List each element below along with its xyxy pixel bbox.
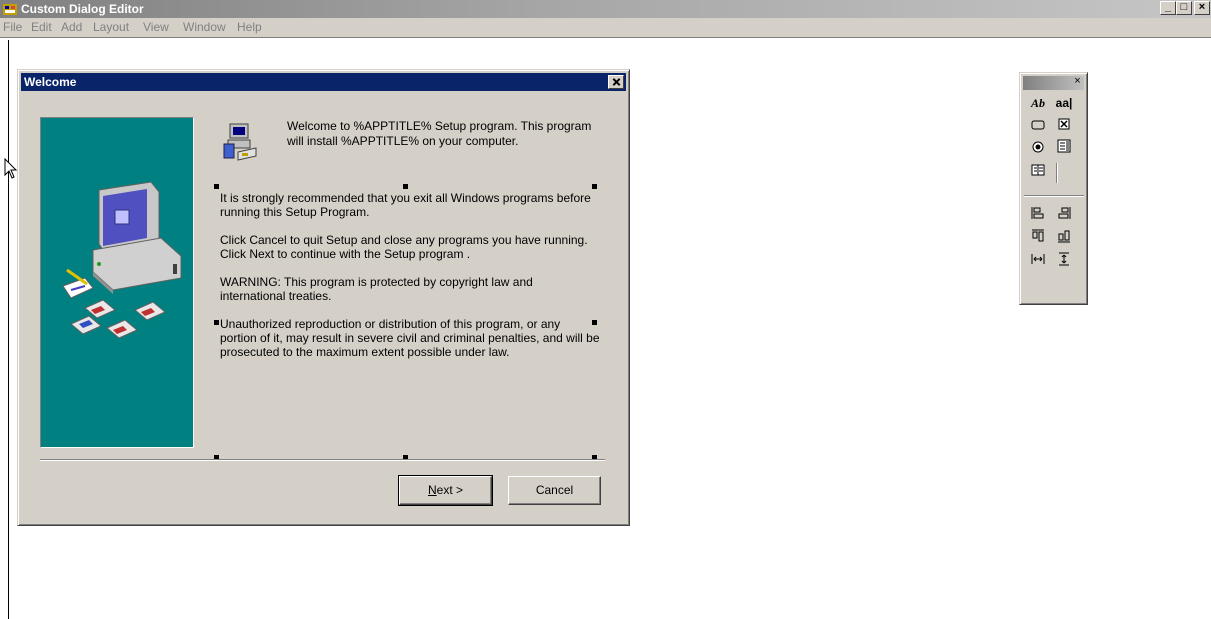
resize-handle-ml[interactable]	[214, 320, 219, 325]
palette-divider	[1056, 163, 1058, 183]
menu-layout[interactable]: Layout	[93, 20, 129, 34]
edit-text-tool[interactable]: aa|	[1054, 93, 1074, 113]
resize-handle-tl[interactable]	[214, 184, 219, 189]
next-button[interactable]: Next >	[398, 475, 493, 506]
app-titlebar: Custom Dialog Editor _ □ ×	[0, 0, 1211, 18]
dialog-close-icon[interactable]	[608, 75, 624, 89]
minimize-button[interactable]: _	[1160, 1, 1176, 15]
menu-edit[interactable]: Edit	[31, 20, 52, 34]
menu-file[interactable]: File	[3, 20, 22, 34]
cancel-button[interactable]: Cancel	[508, 476, 601, 505]
dialog-titlebar: Welcome	[21, 73, 626, 91]
menu-help[interactable]: Help	[237, 20, 262, 34]
static-text-tool[interactable]: Ab	[1028, 93, 1048, 113]
welcome-text: Welcome to %APPTITLE% Setup program. Thi…	[287, 119, 592, 148]
dialog-title: Welcome	[24, 75, 77, 89]
combobox-tool-icon[interactable]	[1028, 162, 1048, 182]
menu-view[interactable]: View	[143, 20, 169, 34]
space-vertical-icon[interactable]	[1054, 252, 1074, 272]
controls-palette: × Ab aa|	[1019, 72, 1088, 305]
main-text: It is strongly recommended that you exit…	[220, 191, 600, 373]
resize-handle-tm[interactable]	[403, 184, 408, 189]
radio-button-tool-icon[interactable]	[1028, 139, 1048, 159]
maximize-icon: □	[1180, 1, 1188, 13]
menu-window[interactable]: Window	[183, 20, 226, 34]
paragraph-recommend: It is strongly recommended that you exit…	[220, 191, 591, 219]
align-bottom-icon[interactable]	[1054, 229, 1074, 249]
computer-illustration-icon	[62, 181, 182, 339]
setup-installer-icon	[223, 123, 257, 161]
workspace-edge	[8, 40, 9, 619]
minimize-icon: _	[1164, 1, 1172, 13]
setup-graphic-panel[interactable]	[40, 117, 194, 448]
mouse-cursor-icon	[4, 158, 18, 179]
app-icon	[3, 4, 17, 15]
space-horizontal-icon[interactable]	[1028, 252, 1048, 272]
menu-add[interactable]: Add	[61, 20, 82, 34]
dialog-separator	[40, 459, 605, 461]
menu-bar: File Edit Add Layout View Window Help	[0, 18, 1211, 38]
paragraph-cancel-next: Click Cancel to quit Setup and close any…	[220, 233, 588, 261]
push-button-tool-icon[interactable]	[1028, 116, 1048, 136]
next-label: ext >	[436, 483, 464, 497]
palette-separator	[1024, 195, 1084, 197]
palette-close-icon[interactable]: ×	[1071, 76, 1084, 88]
paragraph-unauthorized: Unauthorized reproduction or distributio…	[220, 317, 600, 359]
resize-handle-mr[interactable]	[592, 320, 597, 325]
close-button[interactable]: ×	[1194, 1, 1210, 15]
welcome-dialog: Welcome Welcome to %APPTITLE% Setup prog…	[17, 69, 630, 526]
next-mnemonic: N	[427, 483, 437, 497]
paragraph-warning: WARNING: This program is protected by co…	[220, 275, 533, 303]
checkbox-tool-icon[interactable]	[1054, 116, 1074, 136]
align-left-icon[interactable]	[1028, 206, 1048, 226]
align-top-icon[interactable]	[1028, 229, 1048, 249]
close-icon: ×	[1198, 1, 1206, 13]
align-right-icon[interactable]	[1054, 206, 1074, 226]
maximize-button[interactable]: □	[1176, 1, 1192, 15]
resize-handle-tr[interactable]	[592, 184, 597, 189]
app-title: Custom Dialog Editor	[21, 2, 144, 16]
listbox-tool-icon[interactable]	[1054, 139, 1074, 159]
